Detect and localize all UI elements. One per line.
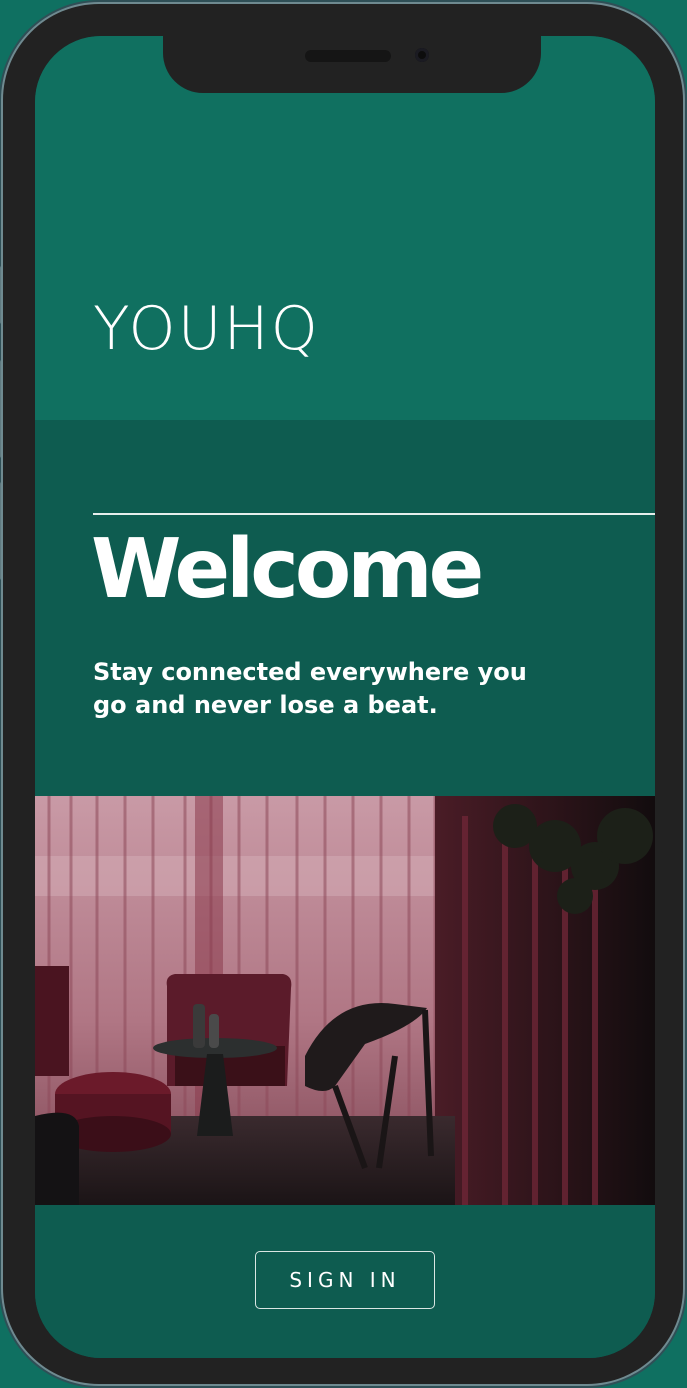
speaker-grille	[305, 50, 391, 62]
footer-section: SIGN IN	[35, 1205, 655, 1358]
welcome-title: Welcome	[91, 522, 484, 617]
volume-down-button	[0, 482, 1, 580]
phone-frame: YOUHQ Welcome Stay connected everywhere …	[0, 4, 683, 1384]
front-camera-icon	[415, 48, 429, 62]
app-logo: YOUHQ	[93, 294, 320, 364]
welcome-tagline: Stay connected everywhere you go and nev…	[93, 658, 527, 719]
phone-notch	[163, 36, 541, 93]
phone-screen: YOUHQ Welcome Stay connected everywhere …	[35, 36, 655, 1358]
lounge-photo	[35, 796, 655, 1205]
divider	[93, 513, 655, 515]
volume-up-button	[0, 360, 1, 458]
header-section: YOUHQ	[35, 36, 655, 420]
welcome-section: Welcome Stay connected everywhere you go…	[35, 420, 655, 796]
lounge-photo-illustration	[35, 796, 655, 1205]
sign-in-button[interactable]: SIGN IN	[255, 1251, 435, 1309]
mute-switch	[0, 266, 1, 324]
